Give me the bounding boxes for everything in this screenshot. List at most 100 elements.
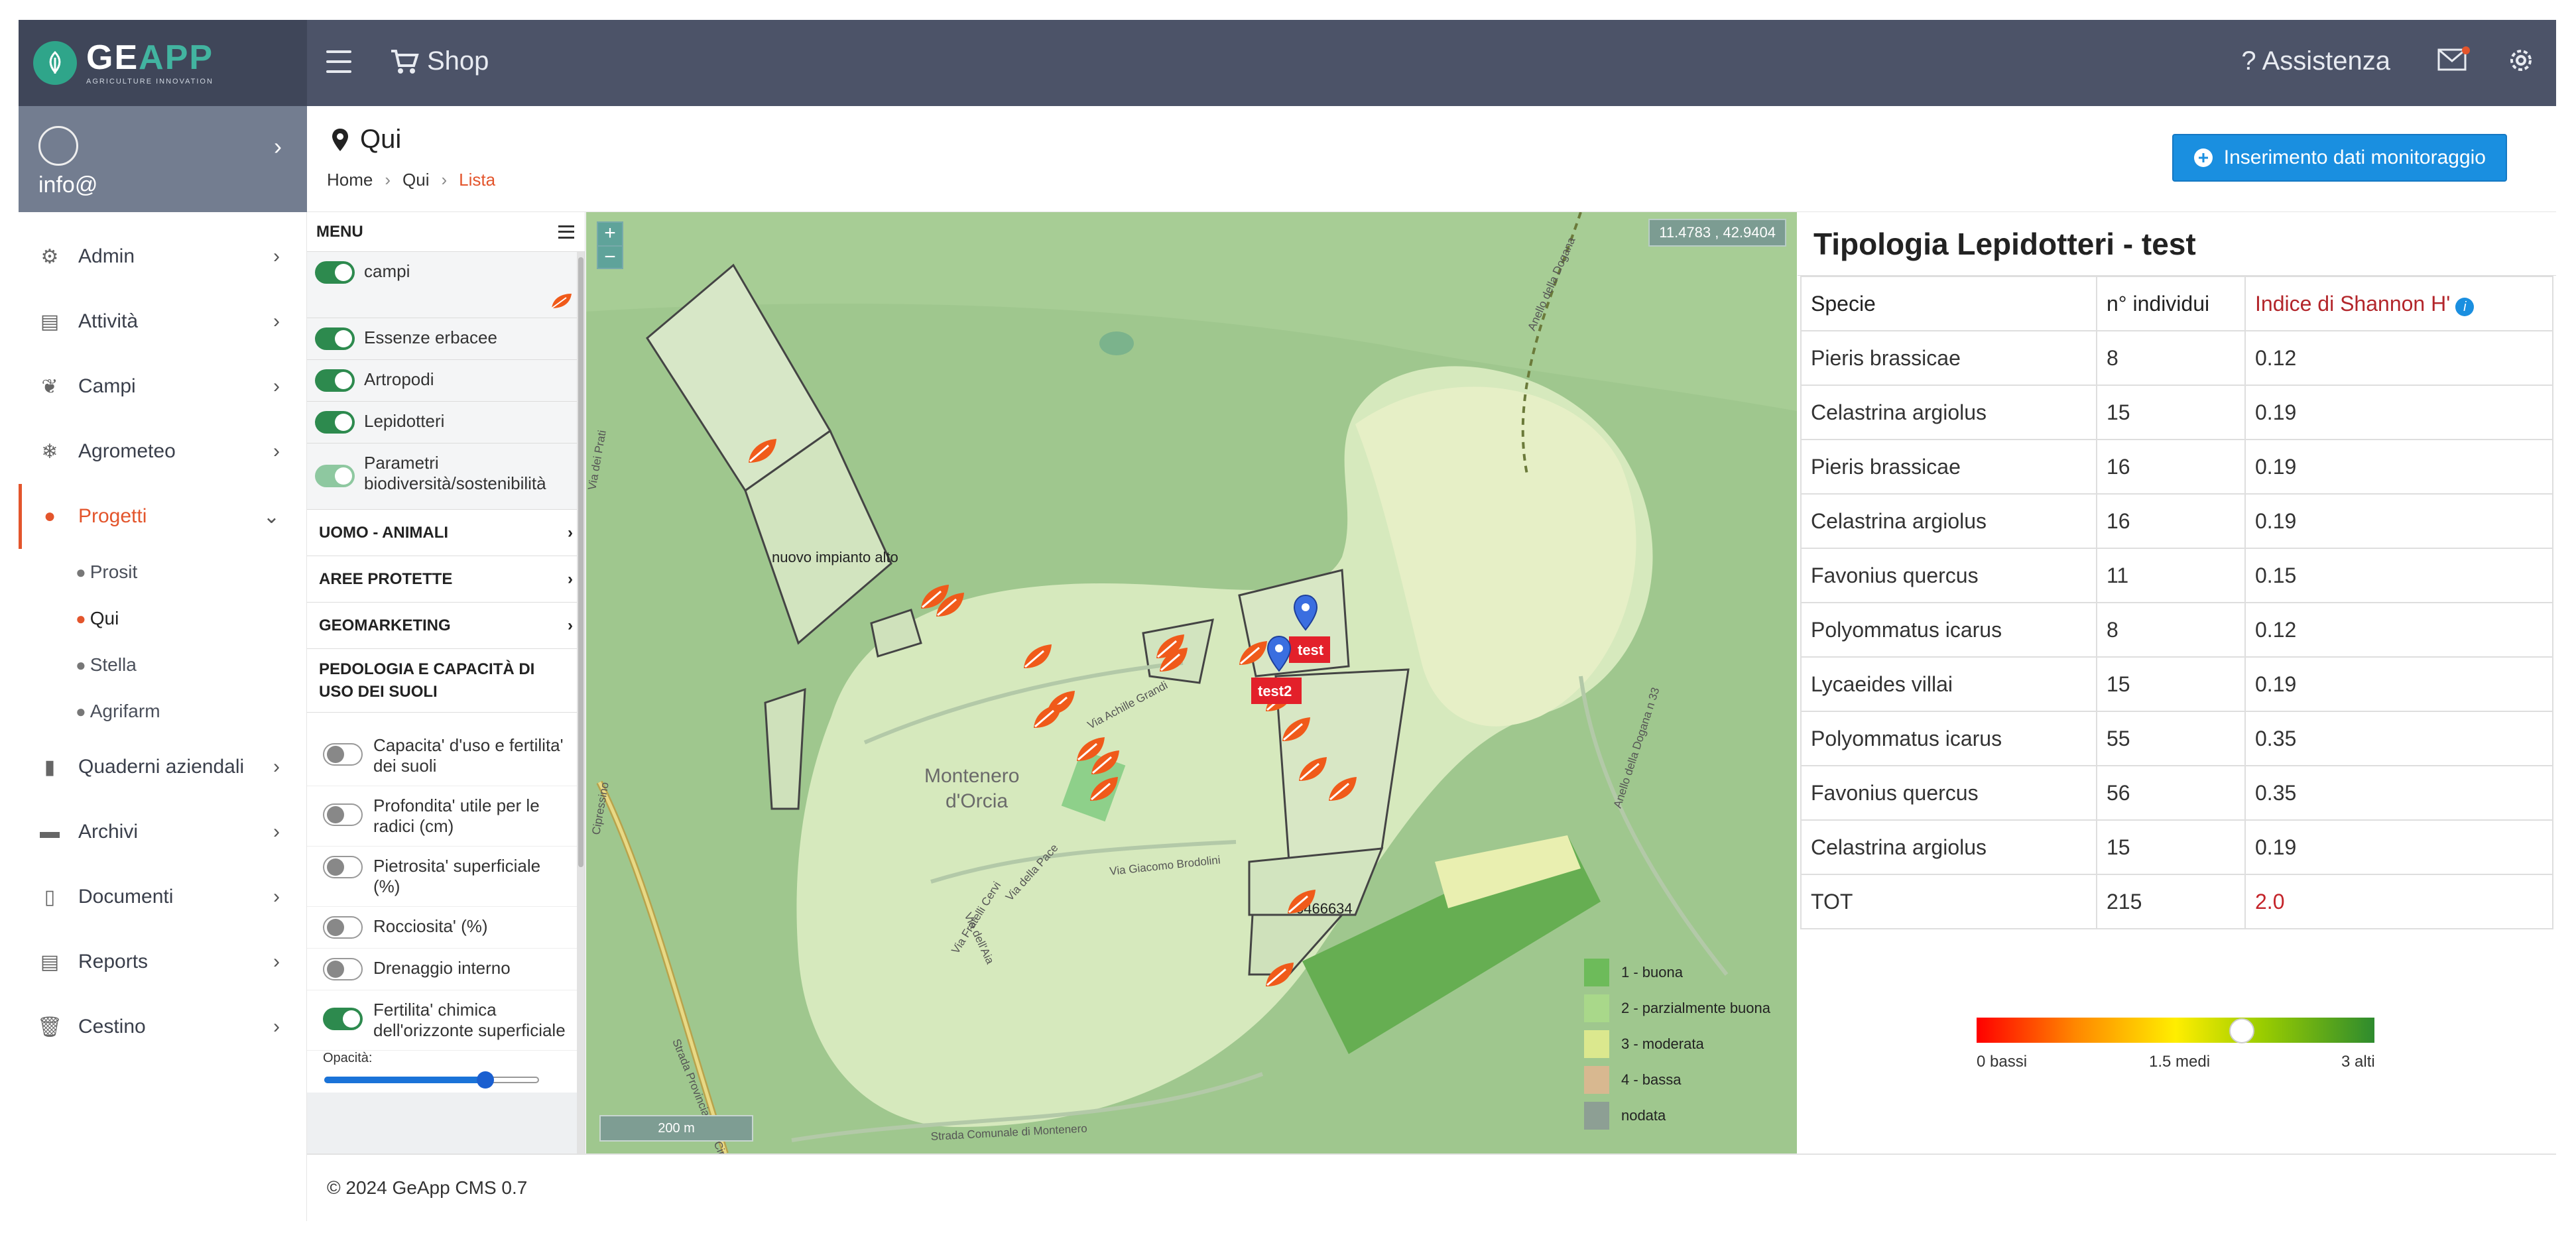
- slider-handle[interactable]: [477, 1071, 494, 1089]
- table-row: Pieris brassicae 16 0.19: [1800, 439, 2553, 495]
- sidebar-item-documenti[interactable]: ▯ Documenti ›: [19, 864, 306, 929]
- sidebar-item-reports[interactable]: ▤ Reports ›: [19, 929, 306, 994]
- chevron-right-icon: ›: [385, 170, 391, 190]
- toggle-switch[interactable]: [315, 411, 355, 434]
- soil-layer-pietrosita: Pietrosita' superficiale (%): [307, 847, 585, 907]
- species-cell: Favonius quercus: [1800, 548, 2097, 603]
- top-bar: GEAPP AGRICULTURE INNOVATION Shop ? Assi…: [19, 20, 2556, 106]
- species-cell: Favonius quercus: [1800, 765, 2097, 821]
- toggle-switch[interactable]: [323, 743, 363, 766]
- add-monitoring-button[interactable]: Inserimento dati monitoraggio: [2172, 134, 2507, 182]
- breadcrumb-home[interactable]: Home: [327, 170, 373, 190]
- menu-icon[interactable]: [326, 50, 351, 73]
- shop-link[interactable]: Shop: [390, 46, 489, 76]
- pin-icon: ●: [43, 505, 56, 527]
- zoom-in-button[interactable]: +: [598, 223, 622, 245]
- sidebar-subitem-label: Agrifarm: [90, 701, 160, 721]
- sidebar-item-archivi[interactable]: ▬ Archivi ›: [19, 799, 306, 864]
- shannon-cell: 0.19: [2244, 493, 2553, 549]
- shannon-cell: 0.15: [2244, 548, 2553, 603]
- total-count: 215: [2096, 874, 2246, 929]
- shannon-cell: 0.12: [2244, 602, 2553, 658]
- add-monitoring-label: Inserimento dati monitoraggio: [2223, 147, 2486, 168]
- help-link[interactable]: ? Assistenza: [2241, 46, 2390, 76]
- toggle-switch[interactable]: [323, 1008, 363, 1030]
- scrollbar[interactable]: [577, 252, 585, 1153]
- legend-item: nodata: [1583, 1098, 1770, 1134]
- breadcrumb: Home › Qui › Lista: [327, 170, 495, 190]
- zoom-out-button[interactable]: −: [598, 245, 622, 268]
- menu-icon[interactable]: [558, 225, 574, 239]
- sidebar-subitem-stella[interactable]: ● Stella: [19, 642, 306, 688]
- species-cell: Celastrina argiolus: [1800, 493, 2097, 549]
- page-title: Qui: [331, 125, 401, 154]
- toggle-switch[interactable]: [315, 369, 355, 392]
- species-cell: Polyommatus icarus: [1800, 711, 2097, 766]
- sidebar-subitem-qui[interactable]: ● Qui: [19, 595, 306, 642]
- sidebar-item-agrometeo[interactable]: ❄ Agrometeo ›: [19, 419, 306, 484]
- layer-label: Lepidotteri: [364, 411, 445, 431]
- species-cell: Celastrina argiolus: [1800, 819, 2097, 875]
- brand-logo[interactable]: GEAPP AGRICULTURE INNOVATION: [19, 20, 307, 106]
- toggle-switch[interactable]: [315, 261, 355, 284]
- table-row: Lycaeides villai 15 0.19: [1800, 656, 2553, 712]
- count-cell: 16: [2096, 493, 2246, 549]
- layer-label: Drenaggio interno: [373, 958, 511, 978]
- sidebar-item-campi[interactable]: ❦ Campi ›: [19, 354, 306, 419]
- toggle-switch[interactable]: [323, 856, 363, 878]
- opacity-slider[interactable]: [307, 1066, 585, 1093]
- section-pedologia[interactable]: PEDOLOGIA E CAPACITÀ DI USO DEI SUOLI: [307, 649, 585, 713]
- layer-label: Parametri biodiversità/sostenibilità: [364, 453, 546, 493]
- toggle-switch[interactable]: [315, 327, 355, 350]
- toggle-switch[interactable]: [323, 803, 363, 826]
- table-row: Polyommatus icarus 8 0.12: [1800, 602, 2553, 658]
- table-row: Celastrina argiolus 16 0.19: [1800, 493, 2553, 549]
- toggle-switch[interactable]: [323, 916, 363, 939]
- sidebar-item-label: Quaderni aziendali: [78, 756, 245, 778]
- chevron-right-icon: ›: [441, 170, 448, 190]
- sidebar-item-label: Archivi: [78, 821, 139, 843]
- document-icon: ▯: [44, 886, 56, 908]
- snowflake-icon: ❄: [41, 440, 58, 463]
- mail-icon[interactable]: [2437, 46, 2470, 72]
- scale-bar: 200 m: [599, 1115, 753, 1142]
- breadcrumb-qui[interactable]: Qui: [402, 170, 429, 190]
- map-view[interactable]: nuovo impianto alto Montenero d'Orcia 64…: [586, 212, 1797, 1153]
- section-uomo-animali[interactable]: UOMO - ANIMALI ›: [307, 510, 585, 556]
- sidebar-item-label: Campi: [78, 375, 136, 397]
- sidebar-subitem-agrifarm[interactable]: ● Agrifarm: [19, 688, 306, 735]
- user-card[interactable]: info@ ›: [19, 106, 307, 212]
- chevron-right-icon: ›: [273, 440, 280, 462]
- count-cell: 11: [2096, 548, 2246, 603]
- toggle-switch[interactable]: [323, 958, 363, 980]
- sidebar-subitem-prosit[interactable]: ● Prosit: [19, 549, 306, 595]
- shannon-cell: 0.19: [2244, 384, 2553, 440]
- info-icon[interactable]: i: [2455, 297, 2475, 316]
- layer-label: Pietrosita' superficiale (%): [373, 856, 541, 896]
- chevron-right-icon: ›: [273, 375, 280, 397]
- table-header-row: Specie n° individui Indice di Shannon H'…: [1800, 276, 2553, 331]
- table-total-row: TOT 215 2.0: [1800, 874, 2553, 929]
- sidebar-item-attivita[interactable]: ▤ Attività ›: [19, 289, 306, 354]
- table-row: Favonius quercus 11 0.15: [1800, 548, 2553, 603]
- sidebar-item-cestino[interactable]: 🗑 Cestino ›: [19, 994, 306, 1059]
- legend-item: 4 - bassa: [1583, 1062, 1770, 1098]
- shannon-scale-bar: [1977, 1018, 2374, 1043]
- sidebar-item-progetti[interactable]: ● Progetti ⌄: [19, 484, 306, 549]
- sidebar-item-label: Documenti: [78, 886, 174, 908]
- column-header-species: Specie: [1800, 276, 2097, 331]
- chevron-down-icon: ⌄: [263, 505, 280, 528]
- chevron-right-icon: ›: [274, 133, 282, 160]
- archive-icon: ▬: [40, 821, 60, 843]
- toggle-switch[interactable]: [315, 465, 355, 487]
- section-geomarketing[interactable]: GEOMARKETING ›: [307, 603, 585, 649]
- gear-icon[interactable]: [2506, 45, 2536, 76]
- brand-tagline: AGRICULTURE INNOVATION: [86, 78, 214, 86]
- sidebar-item-admin[interactable]: ⚙ Admin ›: [19, 224, 306, 289]
- help-label: Assistenza: [2262, 46, 2390, 76]
- info-panel: Tipologia Lepidotteri - test Specie n° i…: [1798, 212, 2556, 1153]
- section-aree-protette[interactable]: AREE PROTETTE ›: [307, 556, 585, 603]
- sidebar-item-quaderni[interactable]: ▮ Quaderni aziendali ›: [19, 735, 306, 799]
- shannon-scale-marker: [2229, 1018, 2254, 1043]
- scale-label-mid: 1.5 medi: [2149, 1053, 2211, 1071]
